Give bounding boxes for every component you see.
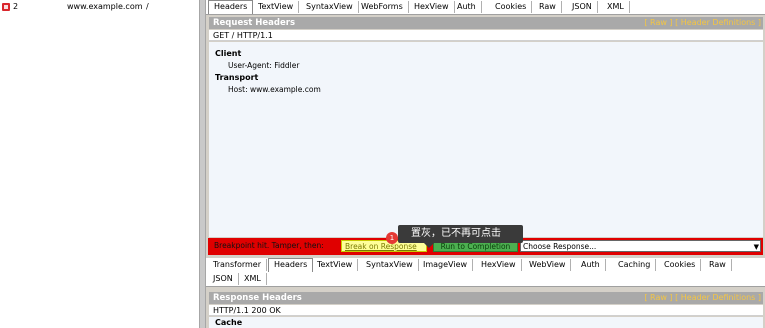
header-group-cache[interactable]: Cache bbox=[215, 318, 242, 327]
request-tabbar: Headers TextView SyntaxView WebForms Hex… bbox=[206, 0, 765, 15]
annotation-tooltip: 置灰，已不再可点击 bbox=[398, 225, 523, 243]
breakpoint-icon bbox=[2, 3, 10, 11]
session-host: www.example.com bbox=[67, 2, 143, 11]
request-headers-title: Request Headers bbox=[213, 18, 296, 28]
req-tab-auth[interactable]: Auth bbox=[452, 1, 482, 13]
resp-tab-raw[interactable]: Raw bbox=[704, 259, 732, 271]
choose-response-value: Choose Response... bbox=[523, 242, 597, 251]
breakpoint-message: Breakpoint hit. Tamper, then: bbox=[214, 241, 324, 250]
chevron-down-icon[interactable]: ▼ bbox=[754, 242, 759, 253]
request-header-links[interactable]: [ Raw ] [ Header Definitions ] bbox=[644, 17, 761, 29]
req-tab-xml[interactable]: XML bbox=[602, 1, 630, 13]
header-item-user-agent[interactable]: User-Agent: Fiddler bbox=[228, 61, 299, 70]
choose-response-select[interactable]: Choose Response... ▼ bbox=[520, 240, 761, 252]
resp-tab-xml[interactable]: XML bbox=[239, 273, 267, 285]
req-tab-webforms[interactable]: WebForms bbox=[356, 1, 409, 13]
header-item-host[interactable]: Host: www.example.com bbox=[228, 85, 321, 94]
resp-tab-cookies[interactable]: Cookies bbox=[659, 259, 702, 271]
req-tab-headers[interactable]: Headers bbox=[208, 0, 254, 14]
session-list: 2 www.example.com / bbox=[0, 0, 199, 328]
resp-tab-json[interactable]: JSON bbox=[208, 273, 239, 285]
resp-tab-transformer[interactable]: Transformer bbox=[208, 259, 268, 271]
resp-tab-hexview[interactable]: HexView bbox=[476, 259, 522, 271]
req-tab-cookies[interactable]: Cookies bbox=[490, 1, 533, 13]
resp-tab-webview[interactable]: WebView bbox=[524, 259, 572, 271]
resp-tab-headers[interactable]: Headers bbox=[268, 258, 314, 272]
annotation-badge: 1 bbox=[386, 232, 398, 244]
resp-tab-auth[interactable]: Auth bbox=[576, 259, 606, 271]
response-header-tree: Cache bbox=[209, 317, 763, 328]
session-number: 2 bbox=[13, 2, 19, 11]
req-tab-json[interactable]: JSON bbox=[567, 1, 598, 13]
req-tab-syntaxview[interactable]: SyntaxView bbox=[301, 1, 359, 13]
response-headers-title: Response Headers bbox=[213, 293, 302, 303]
response-tabbar: Transformer Headers TextView SyntaxView … bbox=[206, 258, 765, 287]
session-row[interactable]: 2 www.example.com / bbox=[0, 2, 199, 14]
pane-splitter[interactable] bbox=[199, 0, 206, 328]
request-line: GET / HTTP/1.1 bbox=[209, 30, 763, 41]
response-header-links[interactable]: [ Raw ] [ Header Definitions ] bbox=[644, 292, 761, 304]
resp-tab-imageview[interactable]: ImageView bbox=[418, 259, 474, 271]
session-url: / bbox=[146, 2, 149, 11]
req-tab-textview[interactable]: TextView bbox=[253, 1, 300, 13]
response-status-line: HTTP/1.1 200 OK bbox=[209, 305, 763, 316]
resp-tab-textview[interactable]: TextView bbox=[312, 259, 359, 271]
header-group-transport[interactable]: Transport bbox=[215, 73, 258, 82]
tooltip-pointer bbox=[424, 243, 434, 248]
req-tab-hexview[interactable]: HexView bbox=[409, 1, 455, 13]
request-headers-bar: Request Headers [ Raw ] [ Header Definit… bbox=[209, 17, 763, 29]
resp-tab-syntaxview[interactable]: SyntaxView bbox=[361, 259, 419, 271]
header-group-client[interactable]: Client bbox=[215, 49, 241, 58]
resp-tab-caching[interactable]: Caching bbox=[613, 259, 657, 271]
request-header-tree: Client User-Agent: Fiddler Transport Hos… bbox=[209, 42, 763, 237]
inspector-pane: Headers TextView SyntaxView WebForms Hex… bbox=[206, 0, 765, 328]
response-headers-bar: Response Headers [ Raw ] [ Header Defini… bbox=[209, 292, 763, 304]
req-tab-raw[interactable]: Raw bbox=[534, 1, 562, 13]
